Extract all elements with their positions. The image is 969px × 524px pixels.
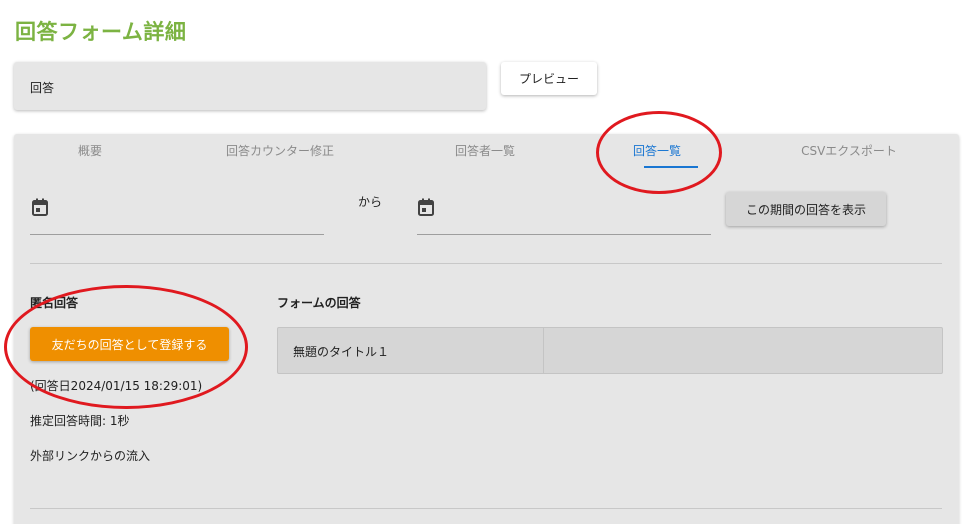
filter-divider [30,263,942,264]
tab-answer-list[interactable]: 回答一覧 [633,142,681,168]
inflow-source: 外部リンクからの流入 [30,449,151,463]
page-title: 回答フォーム詳細 [15,20,187,44]
date-to-field[interactable] [417,234,711,235]
answer-table-row: 無題のタイトル１ [277,327,943,374]
date-from-field[interactable] [30,234,324,235]
answer-date: (回答日2024/01/15 18:29:01) [30,379,203,393]
tab-counter-correction[interactable]: 回答カウンター修正 [226,142,334,168]
calendar-icon-from[interactable] [32,198,48,216]
respondent-heading: 匿名回答 [30,296,79,310]
answer-value-cell [544,328,942,373]
tab-overview[interactable]: 概要 [78,142,102,168]
date-separator: から [358,195,383,209]
bottom-divider [30,508,942,509]
form-name-box: 回答 [14,62,486,110]
tab-respondent-list[interactable]: 回答者一覧 [455,142,515,168]
active-tab-indicator [644,166,698,168]
tab-csv-export[interactable]: CSVエクスポート [801,142,897,168]
preview-button[interactable]: プレビュー [501,62,597,95]
form-name-text: 回答 [30,81,55,95]
show-period-answers-button[interactable]: この期間の回答を表示 [726,192,886,226]
answer-question-cell: 無題のタイトル１ [278,328,544,373]
register-as-friend-button[interactable]: 友だちの回答として登録する [30,327,229,361]
form-answers-heading: フォームの回答 [277,296,361,310]
detail-panel: 概要 回答カウンター修正 回答者一覧 回答一覧 CSVエクスポート から この期… [14,134,959,524]
estimated-answer-time: 推定回答時間: 1秒 [30,414,130,428]
calendar-icon-to[interactable] [418,198,434,216]
